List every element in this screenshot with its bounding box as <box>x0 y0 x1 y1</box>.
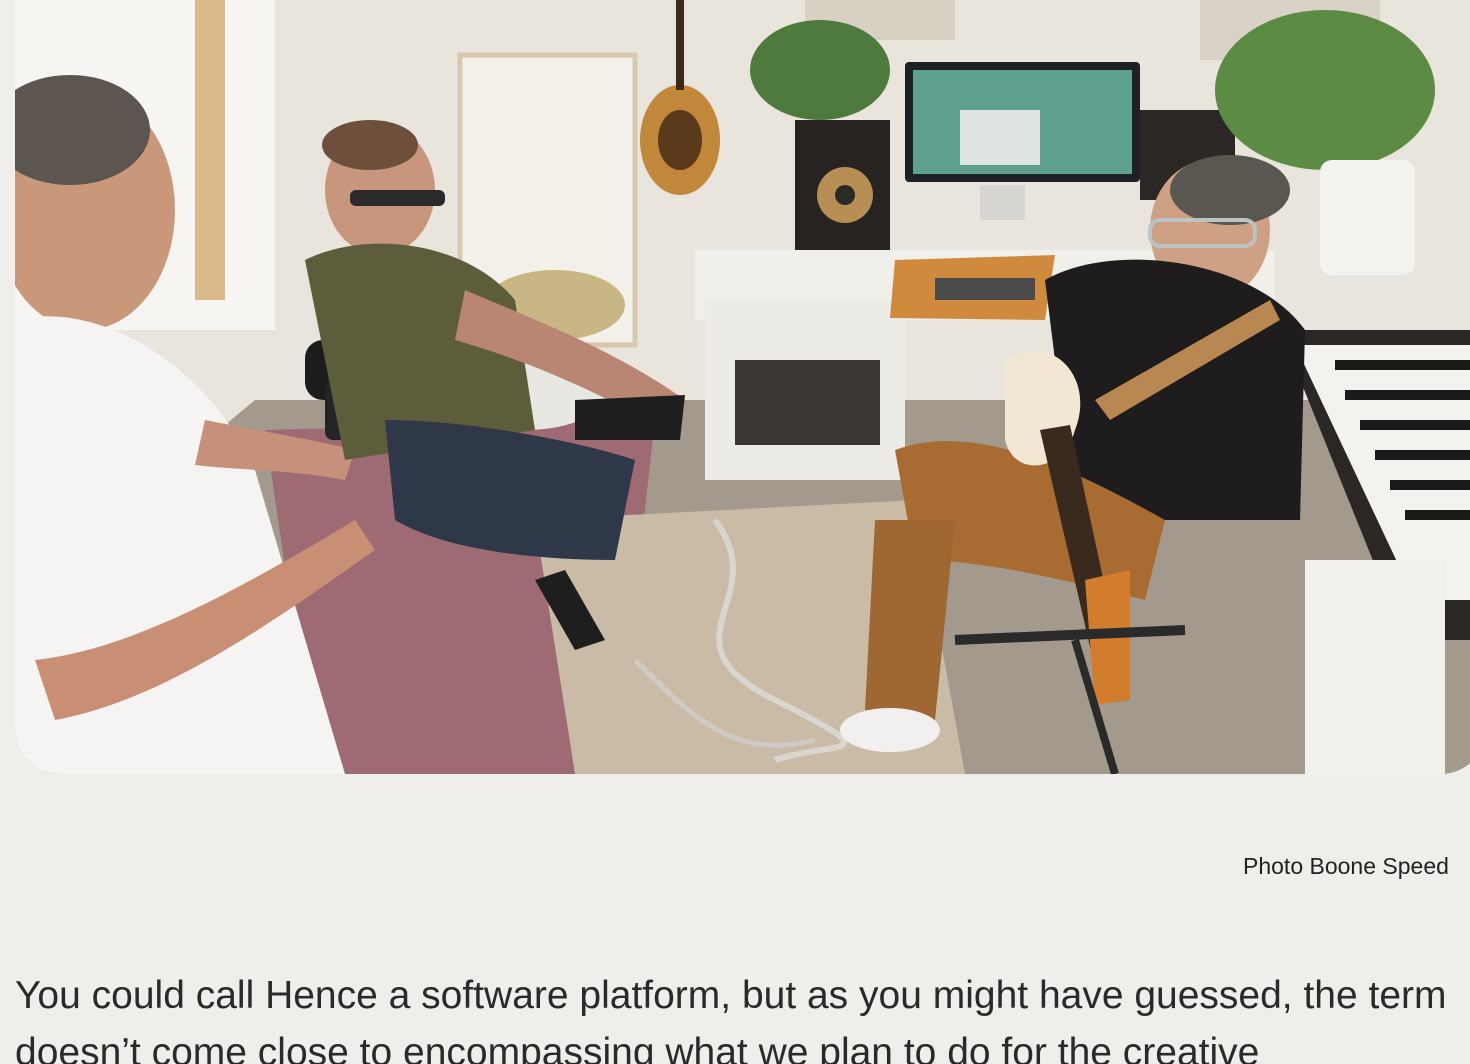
article-paragraph: You could call Hence a software platform… <box>15 974 1447 1064</box>
hero-photo <box>15 0 1470 774</box>
photo-caption: Photo Boone Speed <box>1243 853 1449 879</box>
article-page: Photo Boone Speed You could call Hence a… <box>0 0 1470 1064</box>
